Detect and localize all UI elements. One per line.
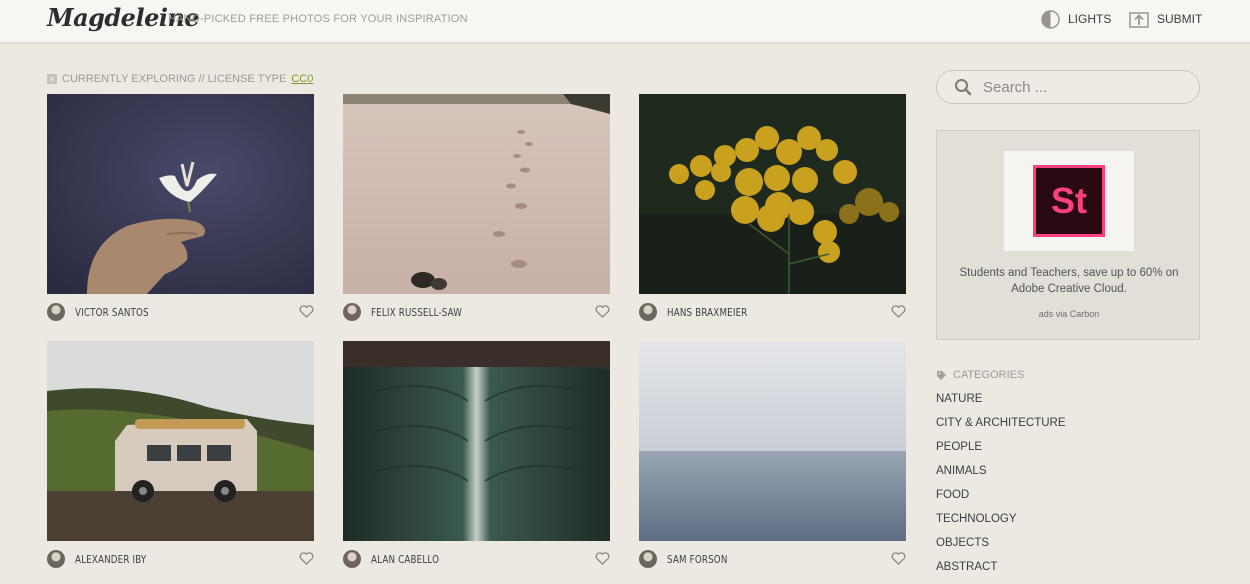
author-avatar[interactable] [639, 550, 657, 568]
author-name[interactable]: HANS BRAXMEIER [667, 306, 747, 319]
photo-card[interactable]: VICTOR SANTOS [47, 94, 314, 330]
author-avatar[interactable] [47, 303, 65, 321]
submit-photo-button[interactable]: SUBMIT [1129, 10, 1202, 28]
photo-card[interactable]: SAM FORSON [639, 341, 906, 577]
submit-label: SUBMIT [1157, 12, 1203, 26]
category-animals[interactable]: ANIMALS [936, 464, 1066, 488]
search-box[interactable] [936, 70, 1200, 104]
photo-image[interactable] [47, 94, 314, 294]
author-avatar[interactable] [343, 303, 361, 321]
category-city-architecture[interactable]: CITY & ARCHITECTURE [936, 416, 1066, 440]
author-name[interactable]: ALEXANDER IBY [75, 553, 146, 566]
ad-via-link[interactable]: ads via Carbon [937, 309, 1201, 319]
photo-card[interactable]: ALAN CABELLO [343, 341, 610, 577]
category-people[interactable]: PEOPLE [936, 440, 1066, 464]
author-avatar[interactable] [639, 303, 657, 321]
photo-image[interactable] [343, 94, 610, 294]
photo-image[interactable] [639, 341, 906, 541]
category-list: NATURE CITY & ARCHITECTURE PEOPLE ANIMAL… [936, 392, 1066, 584]
author-avatar[interactable] [343, 550, 361, 568]
photo-card[interactable]: FELIX RUSSELL-SAW [343, 94, 610, 330]
filter-prefix: CURRENTLY EXPLORING // LICENSE TYPE [62, 73, 287, 85]
lightbulb-icon [1041, 9, 1060, 29]
top-header: Magdeleine HAND-PICKED FREE PHOTOS FOR Y… [0, 0, 1250, 44]
adobe-stock-logo: St [1033, 165, 1105, 237]
photo-image[interactable] [47, 341, 314, 541]
author-name[interactable]: FELIX RUSSELL-SAW [371, 306, 462, 319]
license-link[interactable]: CC0 [291, 73, 313, 85]
heart-icon[interactable] [595, 552, 610, 565]
tag-icon [937, 370, 946, 380]
search-input[interactable] [981, 77, 1185, 97]
category-abstract[interactable]: ABSTRACT [936, 560, 1066, 584]
author-avatar[interactable] [47, 550, 65, 568]
lights-label: LIGHTS [1068, 12, 1112, 26]
category-objects[interactable]: OBJECTS [936, 536, 1066, 560]
heart-icon[interactable] [299, 552, 314, 565]
photo-card[interactable]: HANS BRAXMEIER [639, 94, 906, 330]
author-name[interactable]: VICTOR SANTOS [75, 306, 149, 319]
photo-image[interactable] [343, 341, 610, 541]
clear-filter-icon[interactable]: × [47, 74, 57, 84]
categories-heading-label: CATEGORIES [953, 369, 1025, 381]
category-technology[interactable]: TECHNOLOGY [936, 512, 1066, 536]
heart-icon[interactable] [891, 305, 906, 318]
site-tagline: HAND-PICKED FREE PHOTOS FOR YOUR INSPIRA… [168, 13, 468, 25]
category-food[interactable]: FOOD [936, 488, 1066, 512]
ad-image[interactable]: St [1004, 151, 1134, 251]
author-name[interactable]: ALAN CABELLO [371, 553, 439, 566]
category-nature[interactable]: NATURE [936, 392, 1066, 416]
heart-icon[interactable] [891, 552, 906, 565]
upload-icon [1129, 12, 1149, 28]
heart-icon[interactable] [299, 305, 314, 318]
photo-image[interactable] [639, 94, 906, 294]
photo-card[interactable]: ALEXANDER IBY [47, 341, 314, 577]
search-icon [955, 79, 972, 96]
author-name[interactable]: SAM FORSON [667, 553, 728, 566]
carbon-ad[interactable]: St Students and Teachers, save up to 60%… [936, 130, 1200, 340]
license-filter-bar: × CURRENTLY EXPLORING // LICENSE TYPE CC… [47, 73, 313, 85]
ad-text[interactable]: Students and Teachers, save up to 60% on… [951, 265, 1187, 297]
categories-heading: CATEGORIES [936, 369, 1024, 381]
lights-toggle-button[interactable]: LIGHTS [1041, 9, 1112, 29]
heart-icon[interactable] [595, 305, 610, 318]
